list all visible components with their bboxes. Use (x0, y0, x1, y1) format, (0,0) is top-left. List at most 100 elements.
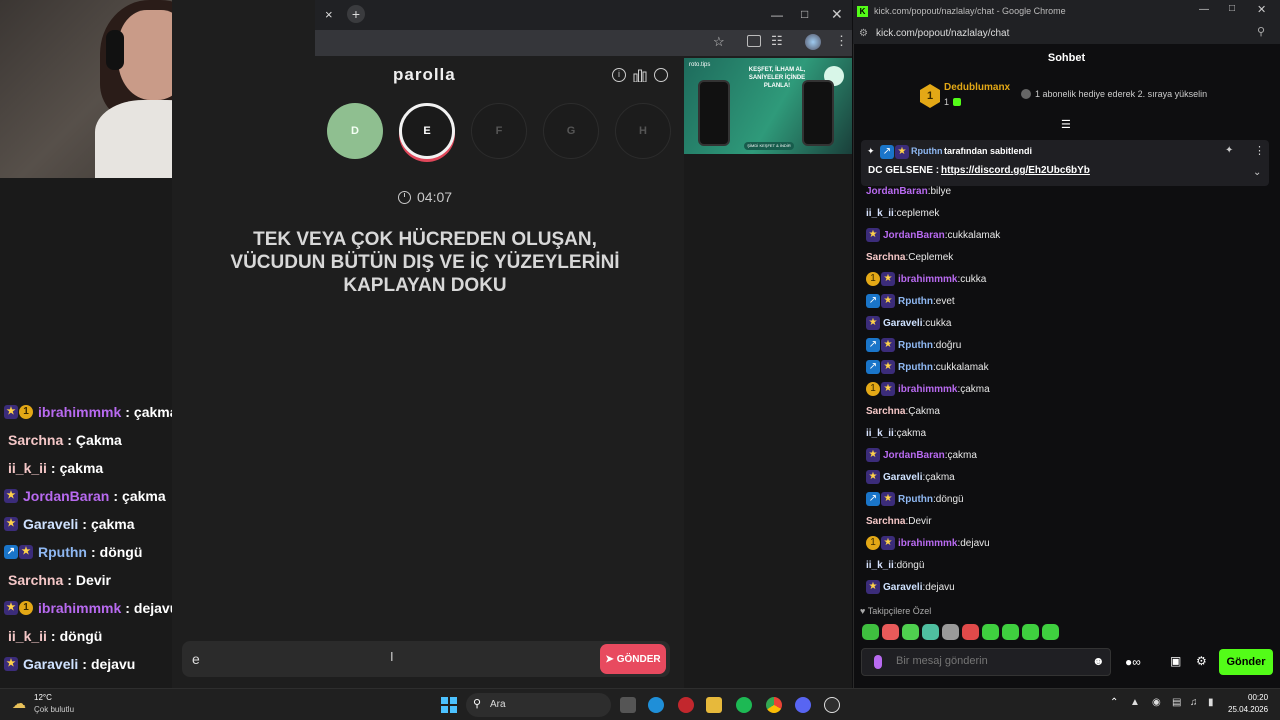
chat-username[interactable]: ii_k_ii (866, 428, 894, 439)
send-answer-button[interactable]: ➤ GÖNDER (600, 644, 666, 674)
chat-username[interactable]: Garaveli (883, 582, 922, 593)
overlay-username: JordanBaran (23, 488, 110, 504)
chat-username[interactable]: Sarchna (866, 516, 905, 527)
gift-rank-icon: 1 (19, 405, 33, 419)
windows-start-icon[interactable] (441, 697, 457, 713)
weather-icon[interactable]: ☁ (12, 695, 26, 712)
chat-send-button[interactable]: Gönder (1219, 649, 1273, 675)
task-view-icon[interactable] (620, 697, 636, 713)
chat-username[interactable]: ii_k_ii (866, 208, 894, 219)
chat-message-input[interactable] (896, 655, 1076, 667)
emote-icon[interactable] (922, 624, 939, 640)
gift-leaderboard: 1 Dedublumanx 1 1 abonelik hediye ederek… (920, 80, 1240, 112)
app-refresh-icon[interactable] (824, 697, 840, 713)
answer-input[interactable] (192, 649, 572, 669)
emoji-icon[interactable]: ☻ (1092, 654, 1105, 668)
pinned-by-user[interactable]: Rputhn (911, 146, 943, 156)
account-icon[interactable] (654, 68, 668, 82)
discord-icon[interactable] (795, 697, 811, 713)
stats-icon[interactable] (633, 68, 647, 83)
overlay-separator: : (125, 404, 130, 420)
unpin-icon[interactable]: ✦ (1225, 145, 1233, 156)
tray-app-icon[interactable]: ▲ (1130, 697, 1140, 708)
chat-username[interactable]: Rputhn (898, 296, 933, 307)
chrome-icon[interactable] (766, 697, 782, 713)
emote-icon[interactable] (962, 624, 979, 640)
volume-icon[interactable]: ♫ (1190, 697, 1198, 708)
clock-time[interactable]: 00:20 (1248, 693, 1268, 702)
extensions-icon[interactable]: ☷ (771, 33, 783, 49)
chat-username[interactable]: Rputhn (898, 494, 933, 505)
emote-icon[interactable] (982, 624, 999, 640)
chat-line: ↗ ★ Rputhn: doğru (866, 334, 1266, 356)
rewards-icon[interactable]: ●∞ (1125, 655, 1141, 669)
chat-username[interactable]: JordanBaran (883, 230, 945, 241)
chat-username[interactable]: ibrahimmmk (898, 538, 957, 549)
emote-icon[interactable] (902, 624, 919, 640)
pinned-link[interactable]: https://discord.gg/Eh2Ubc6bYb (941, 165, 1090, 176)
chat-username[interactable]: ibrahimmmk (898, 274, 957, 285)
info-icon[interactable]: i (612, 68, 626, 82)
microphone-icon[interactable] (874, 655, 882, 669)
emote-icon[interactable] (862, 624, 879, 640)
letter-h: H (615, 103, 671, 159)
edge-icon[interactable] (648, 697, 664, 713)
minimize-icon[interactable]: — (771, 8, 783, 22)
chat-line: Sarchna: Devir (866, 510, 1266, 532)
pinned-menu-icon[interactable]: ⋮ (1254, 144, 1265, 157)
clock-date[interactable]: 25.04.2026 (1228, 705, 1268, 714)
spotify-icon[interactable] (736, 697, 752, 713)
chat-username[interactable]: Sarchna (866, 252, 905, 263)
ad-cta[interactable]: ŞİMDİ KEŞFET & İNDİR (744, 142, 794, 150)
emote-icon[interactable] (1022, 624, 1039, 640)
bookmark-star-icon[interactable]: ☆ (713, 34, 725, 50)
maximize-icon[interactable]: □ (801, 7, 808, 21)
chat-settings-icon[interactable]: ⚙ (1196, 654, 1207, 668)
network-icon[interactable]: ▤ (1172, 697, 1181, 708)
tray-expand-icon[interactable]: ⌃ (1110, 697, 1118, 708)
weather-temp[interactable]: 12°C (34, 693, 52, 702)
chat-username[interactable]: Garaveli (883, 318, 922, 329)
store-icon[interactable]: ▣ (1170, 654, 1181, 668)
emote-icon[interactable] (882, 624, 899, 640)
chat-username[interactable]: JordanBaran (866, 186, 928, 197)
site-info-icon[interactable]: ⚙ (859, 28, 868, 39)
kick-address-bar[interactable]: ⚙ kick.com/popout/nazlalay/chat ⚲ (853, 22, 1280, 44)
close-tab-icon[interactable]: × (325, 7, 333, 22)
close-window-icon[interactable]: ✕ (831, 6, 843, 23)
chat-username[interactable]: JordanBaran (883, 450, 945, 461)
chat-message: evet (935, 295, 955, 307)
battery-icon[interactable]: ▮ (1208, 697, 1214, 708)
ad-banner[interactable]: roto.tips KEŞFET, İLHAM AL, SANİYELER İÇ… (684, 58, 852, 154)
translate-icon[interactable] (747, 35, 761, 47)
chat-username[interactable]: ii_k_ii (866, 560, 894, 571)
tray-steam-icon[interactable]: ◉ (1152, 697, 1161, 708)
emote-icon[interactable] (1042, 624, 1059, 640)
chat-username[interactable]: Sarchna (866, 406, 905, 417)
chat-username[interactable]: Rputhn (898, 362, 933, 373)
profile-avatar[interactable] (805, 34, 821, 50)
browser-menu-icon[interactable]: ⋮ (835, 33, 848, 49)
pinned-expand-icon[interactable]: ⌄ (1253, 167, 1261, 178)
pinned-star-icon: ★ (895, 145, 909, 159)
chat-message: dejavu (925, 581, 955, 593)
app-p-icon[interactable] (678, 697, 694, 713)
new-tab-icon[interactable]: + (347, 5, 365, 23)
expand-leaderboard-icon[interactable]: ☰ (1061, 118, 1071, 131)
file-explorer-icon[interactable] (706, 697, 722, 713)
chat-username[interactable]: Garaveli (883, 472, 922, 483)
emote-icon[interactable] (942, 624, 959, 640)
kick-minimize-icon[interactable]: — (1199, 4, 1209, 15)
weather-desc[interactable]: Çok bulutlu (34, 705, 74, 714)
chat-username[interactable]: ibrahimmmk (898, 384, 957, 395)
zoom-search-icon[interactable]: ⚲ (1257, 25, 1265, 38)
leader-name[interactable]: Dedublumanx (944, 82, 1010, 93)
parolla-logo[interactable]: parolla (393, 65, 456, 85)
kick-maximize-icon[interactable]: □ (1229, 3, 1235, 14)
taskbar-search[interactable]: ⚲ Ara (466, 693, 611, 717)
chat-message: çakma (947, 449, 977, 461)
chat-username[interactable]: Rputhn (898, 340, 933, 351)
kick-close-icon[interactable]: ✕ (1257, 3, 1266, 16)
emote-icon[interactable] (1002, 624, 1019, 640)
address-bar[interactable]: ☆ ☷ ⋮ (315, 30, 852, 56)
